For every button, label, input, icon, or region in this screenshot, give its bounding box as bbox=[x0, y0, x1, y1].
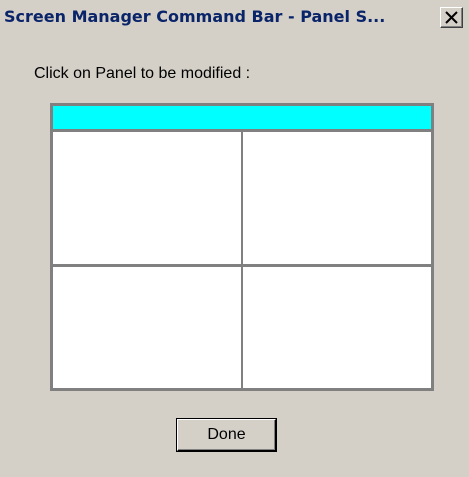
panel-top-bar[interactable] bbox=[53, 106, 431, 129]
panel-bottom-left[interactable] bbox=[53, 267, 241, 388]
title-bar[interactable]: Screen Manager Command Bar - Panel S... bbox=[0, 0, 469, 36]
panel-bottom-right[interactable] bbox=[243, 267, 431, 388]
panel-select-dialog: Screen Manager Command Bar - Panel S... … bbox=[0, 0, 469, 477]
window-title: Screen Manager Command Bar - Panel S... bbox=[4, 7, 386, 26]
panel-layout-grid bbox=[50, 103, 434, 391]
instruction-label: Click on Panel to be modified : bbox=[34, 65, 251, 82]
close-button[interactable] bbox=[440, 7, 463, 28]
panel-top-left[interactable] bbox=[53, 132, 241, 264]
done-button[interactable]: Done bbox=[177, 419, 276, 451]
panel-top-right[interactable] bbox=[243, 132, 431, 264]
